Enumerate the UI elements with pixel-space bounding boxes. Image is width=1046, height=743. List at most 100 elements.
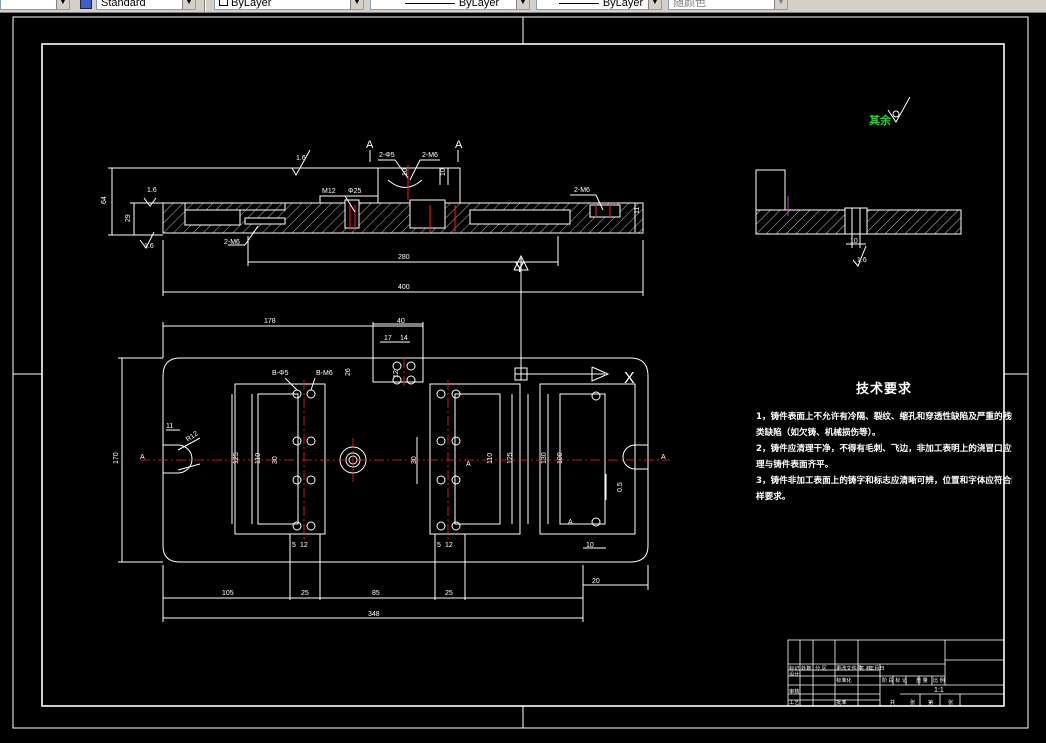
phi25-label: Φ25 [348, 188, 361, 195]
chevron-down-icon[interactable]: ▼ [182, 0, 195, 9]
toolbar-separator [204, 0, 206, 12]
dim-05: 0.5 [617, 482, 624, 492]
dim-11: 11 [166, 423, 173, 430]
section-mark-pocket-a: A [466, 461, 471, 468]
centerlines [140, 358, 670, 540]
plotstyle-combo[interactable]: 随颜色 ▼ [668, 0, 788, 10]
dim-110b: 110 [487, 453, 494, 464]
chevron-down-icon[interactable]: ▼ [648, 0, 661, 9]
tb-sheet-3: 第 [928, 698, 933, 706]
linetype-value: ByLayer [458, 0, 500, 9]
other-roughness-symbol [887, 96, 911, 123]
tech-line: 1，铸件表面上不允许有冷隔、裂纹、缩孔和穿透性缺陷及严重的残缺 [756, 412, 1012, 422]
tb-row-b-4: 标准化 [836, 676, 852, 684]
linetype-combo[interactable]: ByLayer ▼ [370, 0, 530, 10]
layer-combo[interactable]: ByLayer ▼ [214, 0, 364, 10]
layer-swatch-icon [219, 0, 228, 6]
text-style-icon[interactable] [80, 0, 92, 9]
dim-178: 178 [264, 318, 276, 325]
dim-400: 400 [398, 284, 410, 291]
m12-label: M12 [322, 188, 336, 195]
layer-value: ByLayer [231, 0, 272, 9]
tb-row-a-6: 年月日 [869, 664, 885, 672]
section-mark-plan-left: A [140, 454, 145, 461]
rough-bottom-label: 1.6 [144, 243, 154, 250]
dim-130: 130 [541, 452, 548, 464]
chevron-down-icon[interactable]: ▼ [774, 0, 787, 9]
dim-105: 105 [222, 590, 234, 597]
detail-rough-label: 1.6 [857, 257, 867, 264]
detail-view [755, 169, 962, 267]
dim-280: 280 [398, 254, 410, 261]
technical-requirements: 技术要求 1，铸件表面上不允许有冷隔、裂纹、缩孔和穿透性缺陷及严重的残缺 类缺陷… [756, 378, 1012, 505]
hole-callout-m6: 2-M6 [422, 152, 438, 159]
dim-29: 29 [125, 214, 132, 222]
dim-11-side: 11 [634, 207, 641, 214]
plan-holes [292, 361, 601, 531]
dim-170: 170 [113, 452, 120, 464]
dim-5a: 5 [292, 542, 296, 549]
dim-10-side: 10 [440, 168, 447, 176]
axis-y-label: Y [515, 259, 525, 275]
lineweight-combo[interactable]: ByLayer ▼ [536, 0, 662, 10]
dim-110a: 110 [255, 453, 262, 464]
tb-row-a-1: 标记 [789, 664, 799, 672]
r12-label: R12 [185, 430, 200, 443]
text-style-value: Standard [101, 0, 146, 9]
b-phi5-label: B-Φ5 [272, 370, 289, 377]
dim-125b: 125 [507, 452, 514, 464]
cad-drawing: X Y 其余 标记 处数 分 区 更改文件号 签 名 年月日 设计 标准化 审核… [12, 16, 1029, 729]
detail-dim-10: 10 [850, 238, 858, 245]
chevron-down-icon[interactable]: ▼ [56, 0, 69, 9]
tb-row-d-1: 工艺 [789, 699, 799, 706]
chevron-down-icon[interactable]: ▼ [350, 0, 363, 9]
dim-12c: 12 [393, 370, 400, 378]
tech-line: 3，铸件非加工表面上的铸字和标志应清晰可辨，位置和字体应符合图 [756, 476, 1012, 486]
dim-30b: 30 [411, 456, 418, 464]
m6-left-label: 2-M6 [224, 239, 240, 246]
dim-25b: 25 [445, 590, 453, 597]
tb-stage-1: 阶 段 标 记 [882, 676, 907, 684]
dim-10-right: 10 [586, 542, 594, 549]
dim-5b: 5 [437, 542, 441, 549]
tb-row-c-1: 审核 [789, 687, 799, 695]
dim-30a: 30 [272, 456, 279, 464]
section-mark-right: A [455, 139, 463, 151]
dim-14: 14 [400, 335, 408, 342]
section-mark-left: A [366, 139, 374, 151]
dim-10c: 10 [402, 168, 409, 176]
section-mark-pocket-b: A [568, 519, 573, 526]
tb-stage-3: 比 例 [933, 676, 945, 684]
dim-25a: 25 [301, 590, 309, 597]
tech-line: 类缺陷（如欠铸、机械损伤等）。 [756, 428, 881, 438]
dim-26: 26 [345, 368, 352, 376]
b-m6-label: B-M6 [316, 370, 333, 377]
drawing-canvas[interactable]: X Y 其余 标记 处数 分 区 更改文件号 签 名 年月日 设计 标准化 审核… [0, 12, 1046, 738]
chevron-down-icon[interactable]: ▼ [516, 0, 529, 9]
text-style-combo-left[interactable]: ▼ [0, 0, 70, 10]
m6-right-label: 2-M6 [574, 187, 590, 194]
dim-12a: 12 [300, 542, 308, 549]
tech-line: 样要求。 [756, 492, 791, 502]
dim-125a: 125 [233, 452, 240, 464]
tb-sheet-1: 共 [890, 698, 895, 706]
tb-row-a-3: 分 区 [815, 664, 827, 672]
dim-12b: 12 [445, 542, 453, 549]
dim-17: 17 [384, 335, 392, 342]
tech-line: 理与铸件表面齐平。 [756, 460, 834, 470]
tb-row-b-1: 设计 [789, 670, 799, 678]
dim-64: 64 [101, 196, 108, 204]
rough-top-label: 1.6 [296, 155, 306, 162]
tb-row-a-2: 处数 [801, 664, 812, 672]
dim-100: 100 [557, 452, 564, 464]
plan-view [118, 322, 649, 622]
title-block [787, 639, 1005, 707]
dim-20: 20 [592, 578, 600, 585]
tb-stage-2: 重 量 [916, 676, 928, 684]
other-roughness-label: 其余 [869, 113, 892, 127]
lineweight-line-icon [558, 2, 599, 4]
dim-85: 85 [372, 590, 380, 597]
text-style-combo[interactable]: Standard ▼ [96, 0, 196, 10]
dim-348: 348 [368, 611, 380, 618]
tb-sheet-4: 张 [948, 698, 954, 706]
